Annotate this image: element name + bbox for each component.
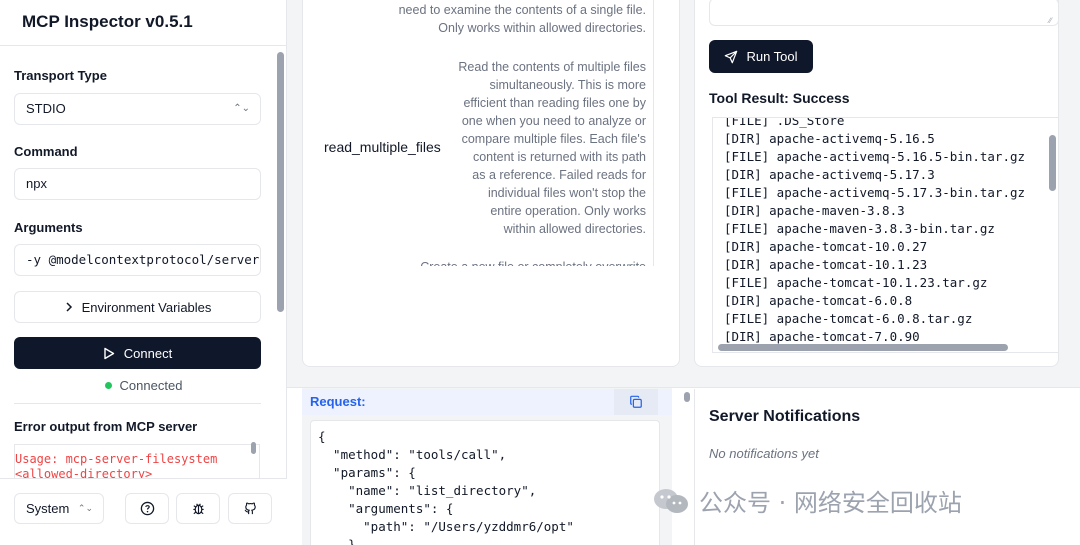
code-line: "arguments": { <box>318 501 454 516</box>
server-notifications-title: Server Notifications <box>709 408 861 425</box>
bug-icon <box>192 503 204 515</box>
notifications-empty-text: No notifications yet <box>709 446 819 461</box>
result-line: [DIR] apache-tomcat-6.0.8 <box>724 293 913 308</box>
result-line: [DIR] apache-tomcat-10.1.23 <box>724 257 928 272</box>
transport-type-select[interactable]: STDIO ⌃⌄ <box>14 93 261 125</box>
resize-handle-icon[interactable]: ∕∕ <box>1049 16 1052 25</box>
sidebar: MCP Inspector v0.5.1 Transport Type STDI… <box>0 0 287 545</box>
error-output-box: Usage: mcp-server-filesystem <allowed-di… <box>14 444 260 478</box>
history-scrollbar[interactable] <box>684 392 690 402</box>
description-line: entire operation. Only works <box>490 204 646 218</box>
description-line: compare multiple files. Each file's <box>461 132 646 146</box>
wechat-icon <box>654 488 688 513</box>
description-line: as a reference. Failed reads for <box>472 168 646 182</box>
arguments-value: -y @modelcontextprotocol/server-filesyst… <box>26 252 261 267</box>
debug-button[interactable] <box>176 493 220 524</box>
command-label: Command <box>14 144 78 159</box>
tool-item-read-multiple-files[interactable]: read_multiple_files <box>324 139 441 155</box>
request-label: Request: <box>310 394 366 409</box>
connect-button[interactable]: Connect <box>14 337 261 369</box>
code-line: "path": "/Users/yzddmr6/opt" <box>318 519 574 534</box>
divider <box>14 403 261 404</box>
request-json: { "method": "tools/call", "params": { "n… <box>310 420 660 545</box>
code-line: "method": "tools/call", <box>318 447 507 462</box>
code-line: } <box>318 537 356 545</box>
app-title: MCP Inspector v0.5.1 <box>22 12 193 31</box>
transport-type-label: Transport Type <box>14 68 107 83</box>
description-line: within allowed directories. <box>503 222 646 236</box>
copy-button[interactable] <box>614 389 658 415</box>
watermark-text: 公众号 · 网络安全回收站 <box>699 489 962 517</box>
tool-description-next: Create a new file or completely overwrit… <box>420 258 646 266</box>
error-line: <allowed-directory> <box>15 467 153 478</box>
result-horizontal-scrollbar[interactable] <box>718 344 1008 351</box>
connection-status-text: Connected <box>119 378 183 393</box>
github-button[interactable] <box>228 493 272 524</box>
tool-argument-textarea[interactable] <box>709 0 1059 26</box>
description-line: content is returned with its path <box>472 150 646 164</box>
arguments-label: Arguments <box>14 220 83 235</box>
result-line: [FILE] apache-tomcat-6.0.8.tar.gz <box>724 311 973 326</box>
play-icon <box>104 347 114 359</box>
theme-value: System <box>26 501 70 516</box>
result-line: [FILE] .DS_Store <box>724 117 845 128</box>
description-line: one when you need to analyze or <box>461 114 646 128</box>
result-line: [DIR] apache-maven-3.8.3 <box>724 203 905 218</box>
connection-status: Connected <box>0 378 287 393</box>
result-line: [DIR] apache-activemq-5.17.3 <box>724 167 935 182</box>
description-line: Only works within allowed directories. <box>438 21 646 35</box>
help-button[interactable] <box>125 493 169 524</box>
connect-label: Connect <box>123 345 173 361</box>
result-line: [FILE] apache-tomcat-10.1.23.tar.gz <box>724 275 988 290</box>
result-line: [FILE] apache-maven-3.8.3-bin.tar.gz <box>724 221 995 236</box>
theme-select[interactable]: System ⌃⌄ <box>14 493 104 524</box>
help-icon <box>140 501 154 516</box>
tool-description-prev: need to examine the contents of a single… <box>399 1 646 37</box>
tools-list: need to examine the contents of a single… <box>316 0 654 266</box>
tool-description: Read the contents of multiple files simu… <box>458 58 646 238</box>
sidebar-scrollbar[interactable] <box>277 52 284 312</box>
error-line: Usage: mcp-server-filesystem <box>15 452 218 466</box>
description-line: efficient than reading files one by <box>463 96 646 110</box>
send-icon <box>725 50 738 63</box>
run-tool-label: Run Tool <box>746 49 798 64</box>
result-line: [FILE] apache-activemq-5.16.5-bin.tar.gz <box>724 149 1026 164</box>
tool-result-title: Tool Result: Success <box>709 90 850 106</box>
description-line: need to examine the contents of a single… <box>398 3 646 17</box>
error-scrollbar[interactable] <box>251 442 256 454</box>
description-line: Read the contents of multiple files <box>458 60 646 74</box>
chevron-updown-icon: ⌃⌄ <box>233 103 250 114</box>
result-line: [DIR] apache-tomcat-10.0.27 <box>724 239 928 254</box>
divider <box>0 45 287 46</box>
status-dot-icon <box>104 382 112 389</box>
result-line: [DIR] apache-activemq-5.16.5 <box>724 131 935 146</box>
code-line: "name": "list_directory", <box>318 483 537 498</box>
description-line: individual files won't stop the <box>487 186 646 200</box>
result-vertical-scrollbar[interactable] <box>1049 135 1056 191</box>
code-line: { <box>318 429 326 444</box>
copy-icon <box>630 395 642 408</box>
tool-result-output: [FILE] .DS_Store [DIR] apache-activemq-5… <box>712 117 1059 353</box>
run-tool-button[interactable]: Run Tool <box>709 40 813 73</box>
arguments-input[interactable]: -y @modelcontextprotocol/server-filesyst… <box>14 244 261 276</box>
environment-variables-label: Environment Variables <box>81 299 212 315</box>
code-line: "params": { <box>318 465 416 480</box>
chevron-updown-icon: ⌃⌄ <box>77 503 93 513</box>
command-value: npx <box>26 176 47 191</box>
command-input[interactable]: npx <box>14 168 261 200</box>
environment-variables-button[interactable]: Environment Variables <box>14 291 261 323</box>
result-line: [FILE] apache-activemq-5.17.3-bin.tar.gz <box>724 185 1026 200</box>
transport-type-value: STDIO <box>26 101 66 116</box>
watermark: 公众号 · 网络安全回收站 <box>651 483 962 518</box>
error-output-label: Error output from MCP server <box>14 419 198 434</box>
chevron-right-icon <box>66 302 72 312</box>
description-line: simultaneously. This is more <box>489 78 646 92</box>
github-icon <box>244 502 256 515</box>
